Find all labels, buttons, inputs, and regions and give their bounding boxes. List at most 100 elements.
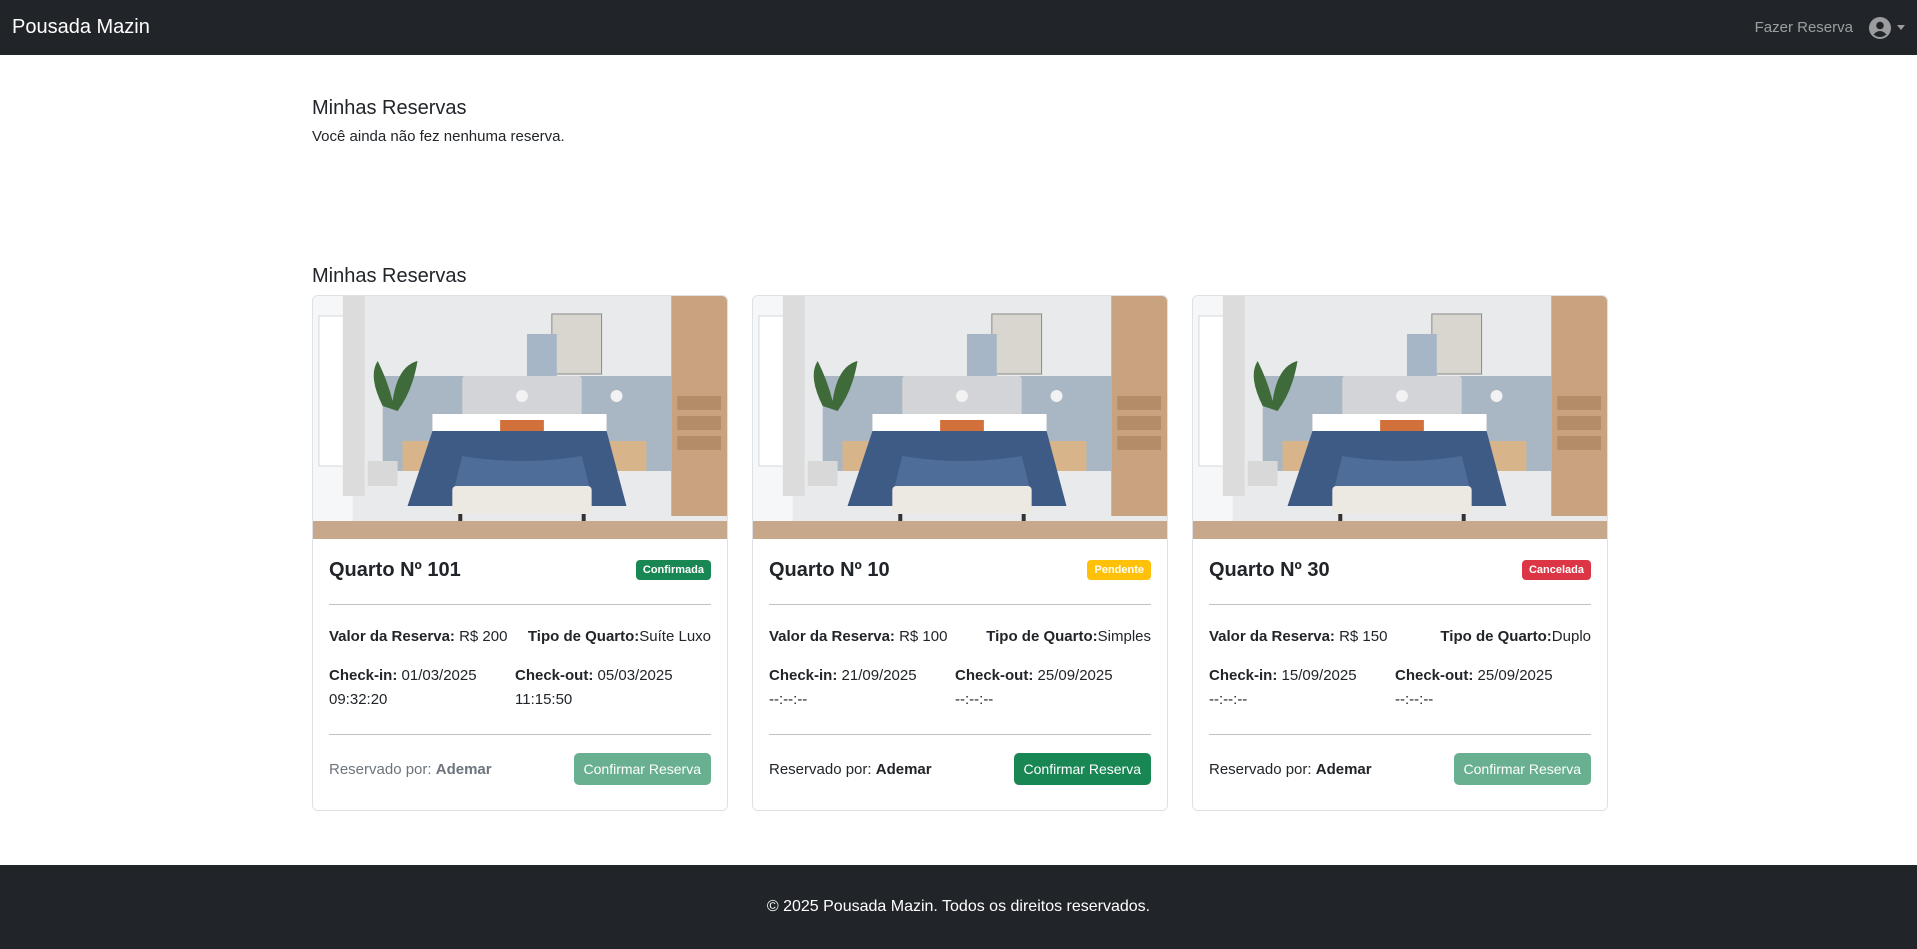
empty-message: Você ainda não fez nenhuma reserva.: [312, 128, 565, 145]
card-footer: Reservado por: Ademar Confirmar Reserva: [769, 753, 1151, 785]
reserved-by: Reservado por: Ademar: [1209, 761, 1372, 778]
section-title: Minhas Reservas: [312, 265, 467, 287]
checkout-date: 05/03/2025: [597, 667, 673, 684]
card-header: Quarto Nº 30 Cancelada: [1209, 555, 1591, 585]
checkout-label: Check-out:: [1395, 667, 1474, 684]
valor-label: Valor da Reserva:: [769, 628, 895, 645]
room-title: Quarto Nº 30: [1209, 558, 1330, 581]
checkin: Check-in: 15/09/2025 --:--:--: [1209, 664, 1395, 712]
reserved-by: Reservado por: Ademar: [329, 761, 492, 778]
status-badge: Pendente: [1087, 560, 1151, 580]
checkin-date: 21/09/2025: [841, 667, 917, 684]
reserved-by-label: Reservado por:: [1209, 760, 1312, 778]
checkin-label: Check-in:: [769, 667, 838, 684]
price-type-row: Valor da Reserva: R$ 100 Tipo de Quarto:…: [769, 625, 1151, 649]
tipo-label: Tipo de Quarto:: [1440, 628, 1552, 645]
room-photo: [1193, 296, 1607, 539]
card-footer: Reservado por: Ademar Confirmar Reserva: [329, 753, 711, 785]
reserved-by: Reservado por: Ademar: [769, 761, 932, 778]
checkout: Check-out: 25/09/2025 --:--:--: [955, 664, 1141, 712]
checkin-label: Check-in:: [1209, 667, 1278, 684]
checkin-date: 15/09/2025: [1281, 667, 1357, 684]
footer-text: © 2025 Pousada Mazin. Todos os direitos …: [766, 898, 1151, 915]
bottom-reservations-section: Minhas Reservas: [312, 265, 1608, 288]
reservation-value: Valor da Reserva: R$ 200: [329, 625, 507, 649]
room-type: Tipo de Quarto:Duplo: [1440, 625, 1591, 649]
reserved-by-label: Reservado por:: [769, 760, 872, 778]
reserved-by-name: Ademar: [1315, 760, 1372, 778]
room-title: Quarto Nº 10: [769, 558, 890, 581]
user-circle-icon: [1869, 16, 1891, 39]
reserved-by-name: Ademar: [875, 760, 932, 778]
card-body: Quarto Nº 30 Cancelada Valor da Reserva:…: [1193, 539, 1607, 810]
valor-label: Valor da Reserva:: [329, 628, 455, 645]
reservation-card: Quarto Nº 10 Pendente Valor da Reserva: …: [752, 295, 1168, 811]
reserved-by-name: Ademar: [435, 760, 492, 778]
price-type-row: Valor da Reserva: R$ 150 Tipo de Quarto:…: [1209, 625, 1591, 649]
reservation-cards: Quarto Nº 101 Confirmada Valor da Reserv…: [312, 295, 1608, 811]
valor-value: R$ 200: [459, 628, 508, 645]
confirm-reservation-button[interactable]: Confirmar Reserva: [573, 753, 711, 785]
card-footer: Reservado por: Ademar Confirmar Reserva: [1209, 753, 1591, 785]
page-footer: © 2025 Pousada Mazin. Todos os direitos …: [0, 865, 1917, 949]
card-body: Quarto Nº 10 Pendente Valor da Reserva: …: [753, 539, 1167, 810]
room-type: Tipo de Quarto:Suíte Luxo: [528, 625, 711, 649]
valor-value: R$ 150: [1339, 628, 1388, 645]
price-type-row: Valor da Reserva: R$ 200 Tipo de Quarto:…: [329, 625, 711, 649]
user-menu-toggle[interactable]: [1869, 16, 1905, 39]
checkin-label: Check-in:: [329, 667, 398, 684]
divider: [329, 734, 711, 735]
checkout-time: --:--:--: [1395, 691, 1434, 708]
reservation-card: Quarto Nº 101 Confirmada Valor da Reserv…: [312, 295, 728, 811]
checkin-date: 01/03/2025: [401, 667, 477, 684]
room-title: Quarto Nº 101: [329, 558, 461, 581]
tipo-value: Suíte Luxo: [639, 628, 711, 645]
checkout: Check-out: 25/09/2025 --:--:--: [1395, 664, 1581, 712]
divider: [1209, 734, 1591, 735]
status-badge: Cancelada: [1521, 560, 1591, 580]
reservation-value: Valor da Reserva: R$ 150: [1209, 625, 1387, 649]
divider: [769, 734, 1151, 735]
dates-row: Check-in: 15/09/2025 --:--:-- Check-out:…: [1209, 664, 1591, 712]
reserved-by-label: Reservado por:: [329, 760, 432, 778]
checkout: Check-out: 05/03/2025 11:15:50: [515, 664, 701, 712]
checkin-time: --:--:--: [769, 691, 808, 708]
divider: [769, 604, 1151, 605]
section-title: Minhas Reservas: [312, 97, 467, 119]
status-badge: Confirmada: [635, 560, 711, 580]
checkout-time: 11:15:50: [515, 691, 573, 708]
checkin: Check-in: 21/09/2025 --:--:--: [769, 664, 955, 712]
dates-row: Check-in: 21/09/2025 --:--:-- Check-out:…: [769, 664, 1151, 712]
confirm-reservation-button[interactable]: Confirmar Reserva: [1453, 753, 1591, 785]
divider: [1209, 604, 1591, 605]
brand-logo[interactable]: Pousada Mazin: [12, 16, 150, 39]
room-type: Tipo de Quarto:Simples: [986, 625, 1151, 649]
room-photo: [313, 296, 727, 539]
reservation-value: Valor da Reserva: R$ 100: [769, 625, 947, 649]
room-photo: [753, 296, 1167, 539]
checkout-label: Check-out:: [955, 667, 1034, 684]
checkout-date: 25/09/2025: [1037, 667, 1113, 684]
checkin: Check-in: 01/03/2025 09:32:20: [329, 664, 515, 712]
reservation-card: Quarto Nº 30 Cancelada Valor da Reserva:…: [1192, 295, 1608, 811]
checkout-time: --:--:--: [955, 691, 994, 708]
checkout-date: 25/09/2025: [1477, 667, 1553, 684]
confirm-reservation-button[interactable]: Confirmar Reserva: [1013, 753, 1151, 785]
tipo-label: Tipo de Quarto:: [986, 628, 1098, 645]
tipo-value: Simples: [1097, 628, 1151, 645]
chevron-down-icon: [1897, 25, 1905, 30]
top-reservations-section: Minhas Reservas Você ainda não fez nenhu…: [312, 97, 1608, 145]
nav-link-fazer-reserva[interactable]: Fazer Reserva: [1755, 19, 1853, 36]
nav-right: Fazer Reserva: [1755, 16, 1905, 39]
valor-value: R$ 100: [899, 628, 948, 645]
divider: [329, 604, 711, 605]
card-body: Quarto Nº 101 Confirmada Valor da Reserv…: [313, 539, 727, 810]
tipo-value: Duplo: [1551, 628, 1591, 645]
valor-label: Valor da Reserva:: [1209, 628, 1335, 645]
dates-row: Check-in: 01/03/2025 09:32:20 Check-out:…: [329, 664, 711, 712]
tipo-label: Tipo de Quarto:: [527, 628, 640, 645]
card-header: Quarto Nº 10 Pendente: [769, 555, 1151, 585]
checkout-label: Check-out:: [515, 667, 594, 684]
card-header: Quarto Nº 101 Confirmada: [329, 555, 711, 585]
checkin-time: --:--:--: [1209, 691, 1248, 708]
